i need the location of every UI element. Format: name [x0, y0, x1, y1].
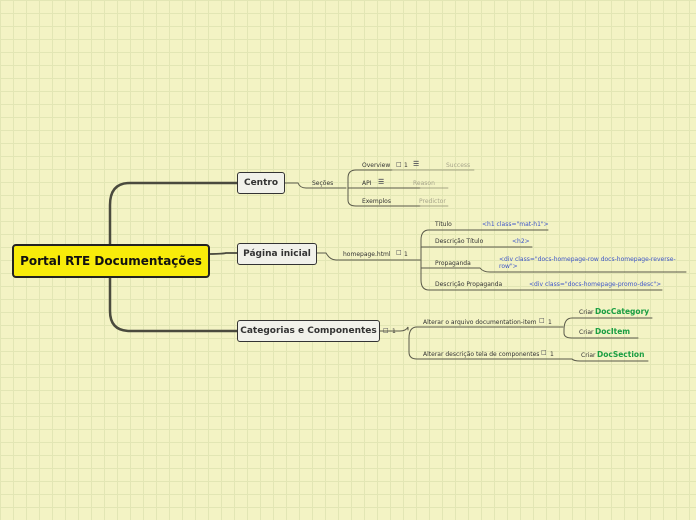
- label-secoes[interactable]: Seções: [312, 180, 333, 187]
- item-overview[interactable]: Overview: [362, 162, 390, 169]
- code-propaganda: <div class="docs-homepage-row docs-homep…: [499, 256, 676, 263]
- note-success: Success: [446, 162, 471, 169]
- code-descricao-propaganda: <div class="docs-homepage-promo-desc">: [529, 281, 662, 288]
- alterar-descricao-count: 1: [550, 351, 554, 358]
- overview-count: 1: [404, 162, 408, 169]
- alterar-item-count: 1: [548, 319, 552, 326]
- homepage-count: 1: [404, 251, 408, 258]
- item-titulo[interactable]: Título: [435, 221, 452, 228]
- notes-icon[interactable]: ☰: [378, 178, 384, 186]
- item-propaganda[interactable]: Propaganda: [435, 260, 471, 267]
- note-predictor: Predictor: [419, 198, 446, 205]
- doc-item[interactable]: DocItem: [595, 327, 630, 336]
- comment-icon[interactable]: □: [396, 249, 402, 256]
- comment-icon[interactable]: □: [541, 349, 547, 356]
- code-descricao-titulo: <h2>: [512, 238, 530, 245]
- item-descricao-propaganda[interactable]: Descrição Propaganda: [435, 281, 502, 288]
- item-descricao-titulo[interactable]: Descrição Título: [435, 238, 483, 245]
- criar-prefix: Criar: [579, 309, 594, 316]
- item-api[interactable]: API: [362, 180, 372, 187]
- code-propaganda-cont: row">: [499, 263, 518, 270]
- item-alterar-descricao-componentes[interactable]: Alterar descrição tela de componentes: [423, 351, 539, 358]
- item-exemplos[interactable]: Exemplos: [362, 198, 391, 205]
- criar-prefix: Criar: [579, 329, 594, 336]
- item-alterar-documentation-item[interactable]: Alterar o arquivo documentation-item: [423, 319, 537, 326]
- comment-icon[interactable]: □: [396, 161, 402, 168]
- comment-icon[interactable]: □: [383, 327, 389, 334]
- note-reason: Reason: [413, 180, 435, 187]
- notes-icon[interactable]: ☰: [413, 160, 419, 168]
- comment-icon[interactable]: □: [539, 317, 545, 324]
- topic-centro[interactable]: Centro: [237, 172, 285, 194]
- topic-pagina-inicial[interactable]: Página inicial: [237, 243, 317, 265]
- doc-section[interactable]: DocSection: [597, 350, 644, 359]
- topic-categorias-componentes[interactable]: Categorias e Componentes: [237, 320, 380, 342]
- code-titulo: <h1 class="mat-h1">: [482, 221, 549, 228]
- criar-prefix: Criar: [581, 352, 596, 359]
- categorias-count: 1: [392, 328, 396, 335]
- root-topic[interactable]: Portal RTE Documentações: [12, 244, 210, 278]
- label-homepage-html[interactable]: homepage.html: [343, 251, 391, 258]
- doc-category[interactable]: DocCategory: [595, 307, 649, 316]
